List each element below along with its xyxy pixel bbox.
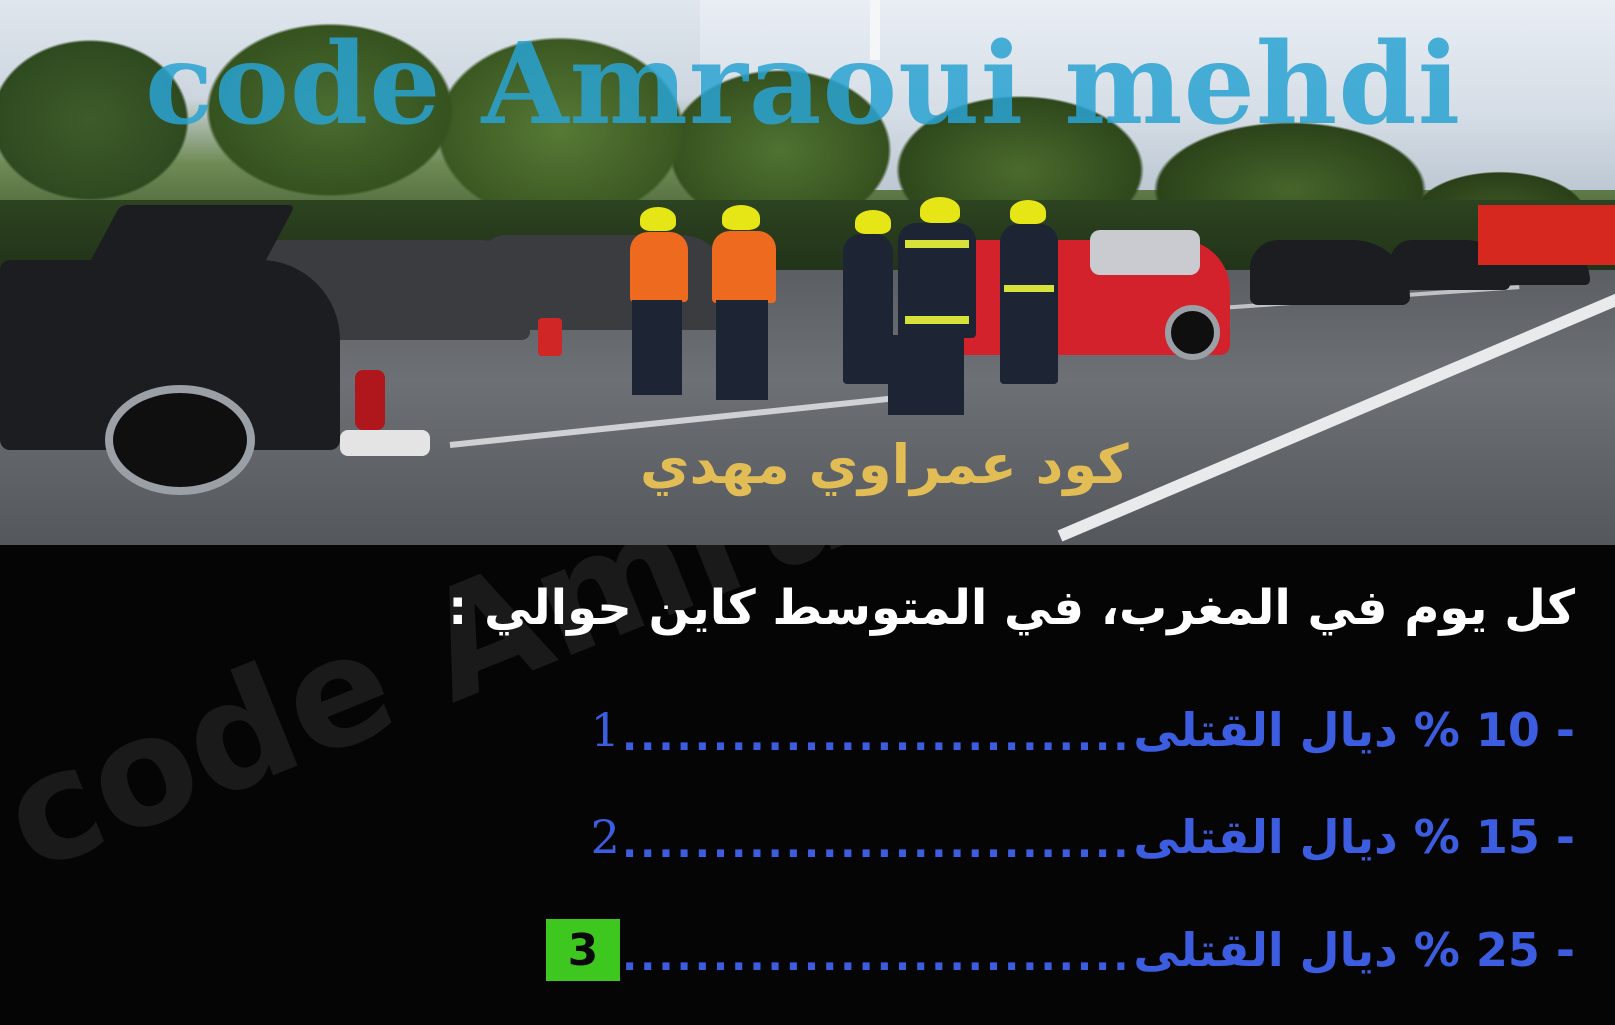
white-van — [1090, 230, 1200, 275]
firefighter — [712, 231, 776, 303]
question-panel: code Amraoui mehdi كل يوم في المغرب، في … — [0, 545, 1615, 1025]
answer-number: 1 — [590, 703, 620, 757]
selected-answer-badge: 3 — [545, 919, 620, 981]
watermark-arabic: كود عمراوي مهدي — [640, 433, 1129, 496]
watermark-latin: code Amraoui mehdi — [145, 19, 1462, 150]
fire-extinguisher — [355, 370, 385, 430]
canister — [538, 318, 562, 356]
answer-text: - 10 % ديال القتلى — [1133, 703, 1575, 757]
answer-option-2[interactable]: - 15 % ديال القتلى .....................… — [435, 797, 1575, 877]
firefighter — [630, 232, 688, 302]
question-text: كل يوم في المغرب، في المتوسط كاين حوالي … — [448, 580, 1575, 636]
firefighter-helmet — [1010, 200, 1046, 224]
answer-option-1[interactable]: - 10 % ديال القتلى .....................… — [435, 690, 1575, 770]
answer-number: 2 — [590, 810, 620, 864]
firefighter — [843, 234, 893, 384]
accident-scene-photo: code Amraoui mehdi كود عمراوي مهدي — [0, 0, 1615, 545]
answer-dots: ............................ — [621, 821, 1132, 867]
firefighter-helmet — [640, 207, 676, 231]
answer-dots: ............................ — [621, 714, 1132, 760]
answer-text: - 15 % ديال القتلى — [1133, 810, 1575, 864]
quiz-screen: code Amraoui mehdi كود عمراوي مهدي code … — [0, 0, 1615, 1025]
answer-dots: ............................ — [621, 934, 1132, 980]
firefighter-helmet — [855, 210, 891, 234]
car-wheel — [105, 385, 255, 495]
car-wheel — [1165, 305, 1220, 360]
firefighter — [1000, 224, 1058, 384]
answer-option-3[interactable]: - 25 % ديال القتلى .....................… — [435, 910, 1575, 990]
answer-text: - 25 % ديال القتلى — [1133, 923, 1575, 977]
firefighter-helmet — [920, 197, 960, 223]
firefighter-helmet — [722, 205, 760, 230]
crashed-car — [480, 235, 730, 330]
fire-truck — [1478, 205, 1615, 265]
crashed-car — [1250, 240, 1410, 305]
debris — [340, 430, 430, 456]
